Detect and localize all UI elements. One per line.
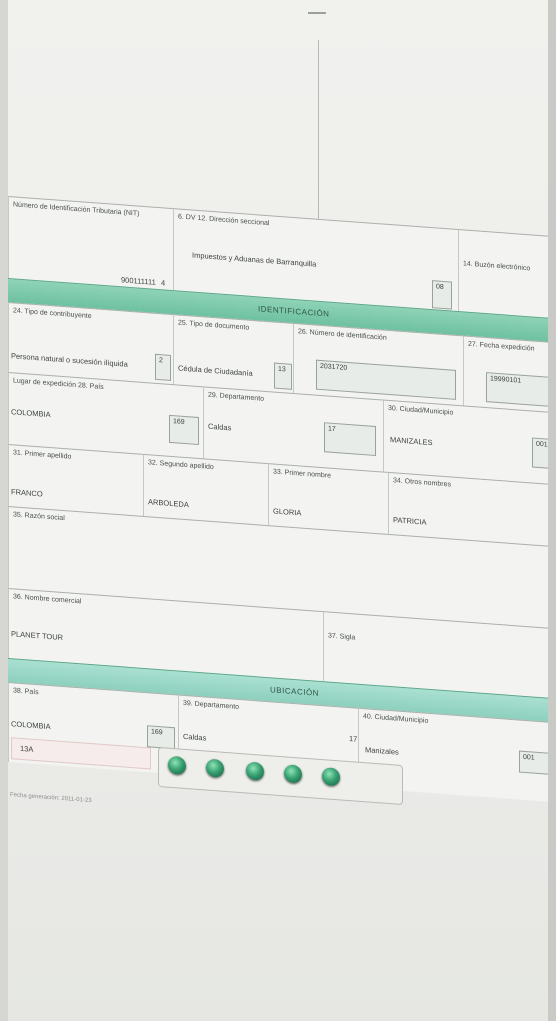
direccion-seccional-value: Impuestos y Aduanas de Barranquilla — [192, 250, 317, 269]
departamento-code: 17 — [324, 422, 376, 457]
lugar-expedicion-value: COLOMBIA — [11, 407, 51, 420]
ciudad-label: 30. Ciudad/Municipio — [388, 404, 454, 417]
nit-label: Número de Identificación Tributaria (NIT… — [13, 201, 140, 218]
tipo-documento-label: 25. Tipo de documento — [178, 319, 250, 332]
primer-nombre-label: 33. Primer nombre — [273, 468, 331, 480]
direccion-seccional-code: 08 — [432, 280, 452, 310]
ubicacion-ciudad-value: Manizales — [365, 745, 399, 757]
primer-nombre-field[interactable]: 33. Primer nombre GLORIA — [268, 463, 388, 534]
screen-edge — [548, 0, 556, 1021]
primer-apellido-field[interactable]: 31. Primer apellido FRANCO — [8, 444, 143, 516]
ubicacion-pais-value: COLOMBIA — [11, 719, 51, 732]
tipo-contribuyente-field[interactable]: 24. Tipo de contribuyente Persona natura… — [8, 302, 173, 385]
fecha-expedicion-label: 27. Fecha expedición — [468, 340, 535, 353]
ubicacion-departamento-value: Caldas — [183, 731, 207, 743]
ubicacion-departamento-label: 39. Departamento — [183, 699, 240, 711]
ubicacion-pais-input[interactable]: 13A — [11, 737, 151, 770]
lugar-expedicion-label: Lugar de expedición 28. País — [13, 377, 104, 392]
identificacion-title: IDENTIFICACIÓN — [258, 304, 330, 319]
departamento-label: 29. Departamento — [208, 391, 265, 403]
nombre-comercial-label: 36. Nombre comercial — [13, 593, 82, 606]
departamento-field[interactable]: 29. Departamento Caldas 17 — [203, 386, 383, 472]
primer-apellido-value: FRANCO — [11, 487, 43, 499]
fecha-expedicion-value: 19990101 — [486, 372, 556, 408]
lugar-expedicion-code: 169 — [169, 414, 199, 446]
numero-identificacion-field[interactable]: 26. Número de identificación 2031720 — [293, 322, 463, 406]
ubicacion-pais-field[interactable]: 38. País COLOMBIA 13A 169 — [8, 682, 178, 775]
green-orb-icon[interactable] — [206, 758, 224, 778]
segundo-apellido-value: ARBOLEDA — [148, 497, 189, 510]
ubicacion-pais-code: 169 — [147, 725, 175, 750]
green-orb-icon[interactable] — [284, 764, 302, 784]
nombre-comercial-value: PLANET TOUR — [11, 629, 64, 643]
tipo-documento-field[interactable]: 25. Tipo de documento Cédula de Ciudadan… — [173, 314, 293, 393]
razon-social-label: 35. Razón social — [13, 511, 65, 523]
primer-nombre-value: GLORIA — [273, 506, 302, 518]
rut-form: Número de Identificación Tributaria (NIT… — [8, 196, 556, 1017]
nit-dv: 4 — [161, 278, 166, 288]
buzon-field[interactable]: 14. Buzón electrónico — [458, 229, 556, 320]
primer-apellido-label: 31. Primer apellido — [13, 449, 72, 461]
departamento-value: Caldas — [208, 421, 232, 433]
nit-value: 900111111 — [121, 275, 156, 287]
buzon-label: 14. Buzón electrónico — [463, 260, 531, 273]
tipo-contribuyente-value: Persona natural o sucesión ilíquida — [11, 351, 128, 369]
numero-identificacion-value: 2031720 — [316, 359, 456, 400]
ciudad-field[interactable]: 30. Ciudad/Municipio MANIZALES 001 — [383, 399, 556, 486]
segundo-apellido-field[interactable]: 32. Segundo apellido ARBOLEDA — [143, 453, 268, 526]
direccion-seccional-label: 6. DV 12. Dirección seccional — [178, 213, 270, 228]
monitor-screen: Número de Identificación Tributaria (NIT… — [8, 0, 556, 1021]
ubicacion-departamento-code: 17 — [349, 734, 358, 744]
top-divider — [308, 0, 326, 14]
green-orb-icon[interactable] — [322, 767, 340, 787]
otros-nombres-value: PATRICIA — [393, 515, 427, 527]
numero-identificacion-label: 26. Número de identificación — [298, 328, 387, 342]
otros-nombres-label: 34. Otros nombres — [393, 477, 451, 489]
fecha-expedicion-field[interactable]: 27. Fecha expedición 19990101 — [463, 335, 556, 414]
green-orb-icon[interactable] — [246, 761, 264, 781]
ubicacion-ciudad-label: 40. Ciudad/Municipio — [363, 713, 429, 725]
tipo-contribuyente-label: 24. Tipo de contribuyente — [13, 307, 92, 321]
ubicacion-pais-label: 38. País — [13, 687, 39, 697]
ubicacion-ciudad-code: 001 — [519, 750, 549, 775]
ubicacion-title: UBICACIÓN — [270, 685, 319, 698]
tipo-documento-code: 13 — [274, 362, 292, 390]
tipo-contribuyente-code: 2 — [155, 353, 171, 381]
ubicacion-row-value: 13A — [20, 743, 34, 754]
tipo-documento-value: Cédula de Ciudadanía — [178, 363, 253, 378]
segundo-apellido-label: 32. Segundo apellido — [148, 459, 214, 472]
sigla-label: 37. Sigla — [328, 632, 356, 642]
green-orb-icon[interactable] — [168, 755, 186, 776]
nit-field[interactable]: Número de Identificación Tributaria (NIT… — [8, 196, 173, 291]
footnote: Fecha generación: 2011-01-23 — [10, 792, 92, 805]
ciudad-value: MANIZALES — [390, 435, 433, 448]
